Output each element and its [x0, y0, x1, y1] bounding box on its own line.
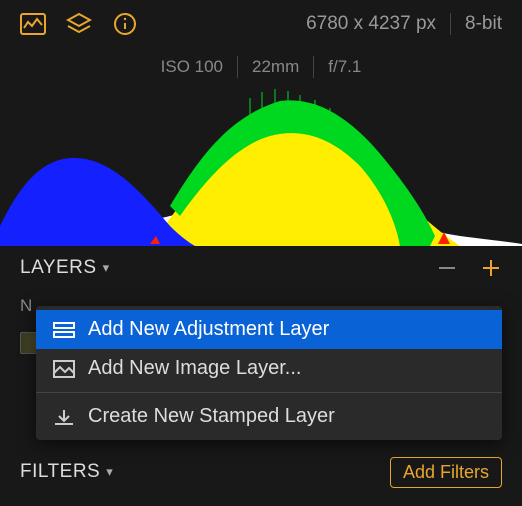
filters-header: FILTERS ▾ Add Filters [0, 450, 522, 494]
chevron-down-icon: ▾ [103, 260, 110, 276]
menu-item-adjustment-layer[interactable]: Add New Adjustment Layer [36, 310, 502, 349]
top-bar: 6780 x 4237 px 8-bit [0, 0, 522, 48]
menu-item-label: Add New Adjustment Layer [88, 318, 329, 341]
menu-item-label: Add New Image Layer... [88, 357, 301, 380]
layers-header: LAYERS ▾ [0, 246, 522, 290]
exif-iso: ISO 100 [161, 57, 223, 77]
info-mode-icon[interactable] [112, 11, 138, 37]
filters-title-label: FILTERS [20, 461, 100, 483]
layers-toggle[interactable]: LAYERS ▾ [20, 257, 110, 279]
image-layer-icon [52, 359, 76, 379]
image-bitdepth: 8-bit [465, 13, 502, 35]
stamped-layer-icon [52, 407, 76, 427]
menu-item-stamped-layer[interactable]: Create New Stamped Layer [36, 397, 502, 436]
filters-toggle[interactable]: FILTERS ▾ [20, 461, 113, 483]
exif-focal: 22mm [252, 57, 299, 77]
image-info: 6780 x 4237 px 8-bit [306, 13, 502, 35]
adjustment-layer-icon [52, 320, 76, 340]
layers-mode-icon[interactable] [66, 11, 92, 37]
menu-separator [36, 392, 502, 393]
divider [313, 56, 314, 78]
layers-title-label: LAYERS [20, 257, 97, 279]
add-filters-button[interactable]: Add Filters [390, 457, 502, 488]
add-layer-menu: Add New Adjustment Layer Add New Image L… [36, 306, 502, 440]
exif-aperture: f/7.1 [328, 57, 361, 77]
menu-item-image-layer[interactable]: Add New Image Layer... [36, 349, 502, 388]
remove-layer-icon[interactable] [436, 257, 458, 279]
menu-item-label: Create New Stamped Layer [88, 405, 335, 428]
histogram [0, 86, 522, 246]
top-bar-modes [20, 11, 138, 37]
divider [237, 56, 238, 78]
divider [450, 13, 451, 35]
exif-bar: ISO 100 22mm f/7.1 [0, 48, 522, 86]
histogram-mode-icon[interactable] [20, 11, 46, 37]
add-layer-icon[interactable] [480, 257, 502, 279]
chevron-down-icon: ▾ [106, 464, 113, 480]
image-dimensions: 6780 x 4237 px [306, 13, 436, 35]
